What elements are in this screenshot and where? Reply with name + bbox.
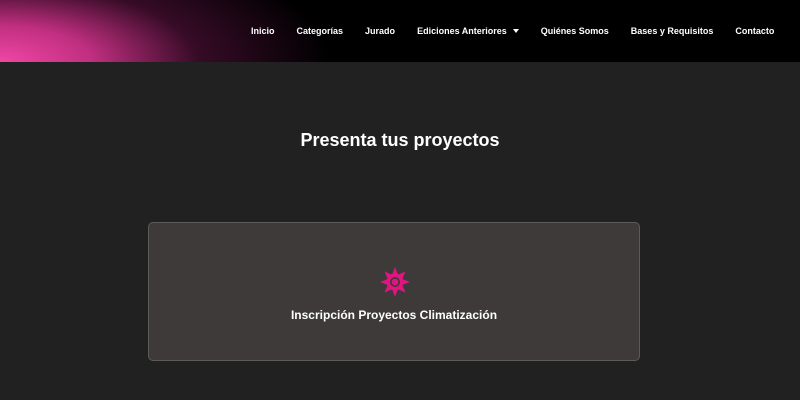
nav-inicio[interactable]: Inicio	[251, 26, 275, 36]
nav-categorias[interactable]: Categorías	[297, 26, 344, 36]
main-nav: Inicio Categorías Jurado Ediciones Anter…	[251, 0, 774, 62]
nav-bases-y-requisitos[interactable]: Bases y Requisitos	[631, 26, 714, 36]
nav-contacto[interactable]: Contacto	[735, 26, 774, 36]
nav-contacto-label: Contacto	[735, 26, 775, 36]
nav-ediciones-anteriores[interactable]: Ediciones Anteriores	[417, 26, 519, 36]
nav-jurado[interactable]: Jurado	[365, 26, 395, 36]
nav-ediciones-anteriores-label: Ediciones Anteriores	[417, 26, 507, 36]
sun-icon	[380, 267, 410, 297]
nav-jurado-label: Jurado	[365, 26, 396, 36]
card-title: Inscripción Proyectos Climatización	[290, 308, 498, 322]
nav-quienes-somos-label: Quiénes Somos	[540, 26, 609, 36]
chevron-down-icon	[512, 29, 519, 33]
nav-categorias-label: Categorías	[296, 26, 344, 36]
site-header: Inicio Categorías Jurado Ediciones Anter…	[0, 0, 800, 62]
page-title: Presenta tus proyectos	[300, 130, 500, 150]
nav-bases-y-requisitos-label: Bases y Requisitos	[630, 26, 714, 36]
nav-quienes-somos[interactable]: Quiénes Somos	[541, 26, 609, 36]
inscription-card[interactable]: Inscripción Proyectos Climatización	[148, 222, 640, 361]
nav-inicio-label: Inicio	[251, 26, 275, 36]
